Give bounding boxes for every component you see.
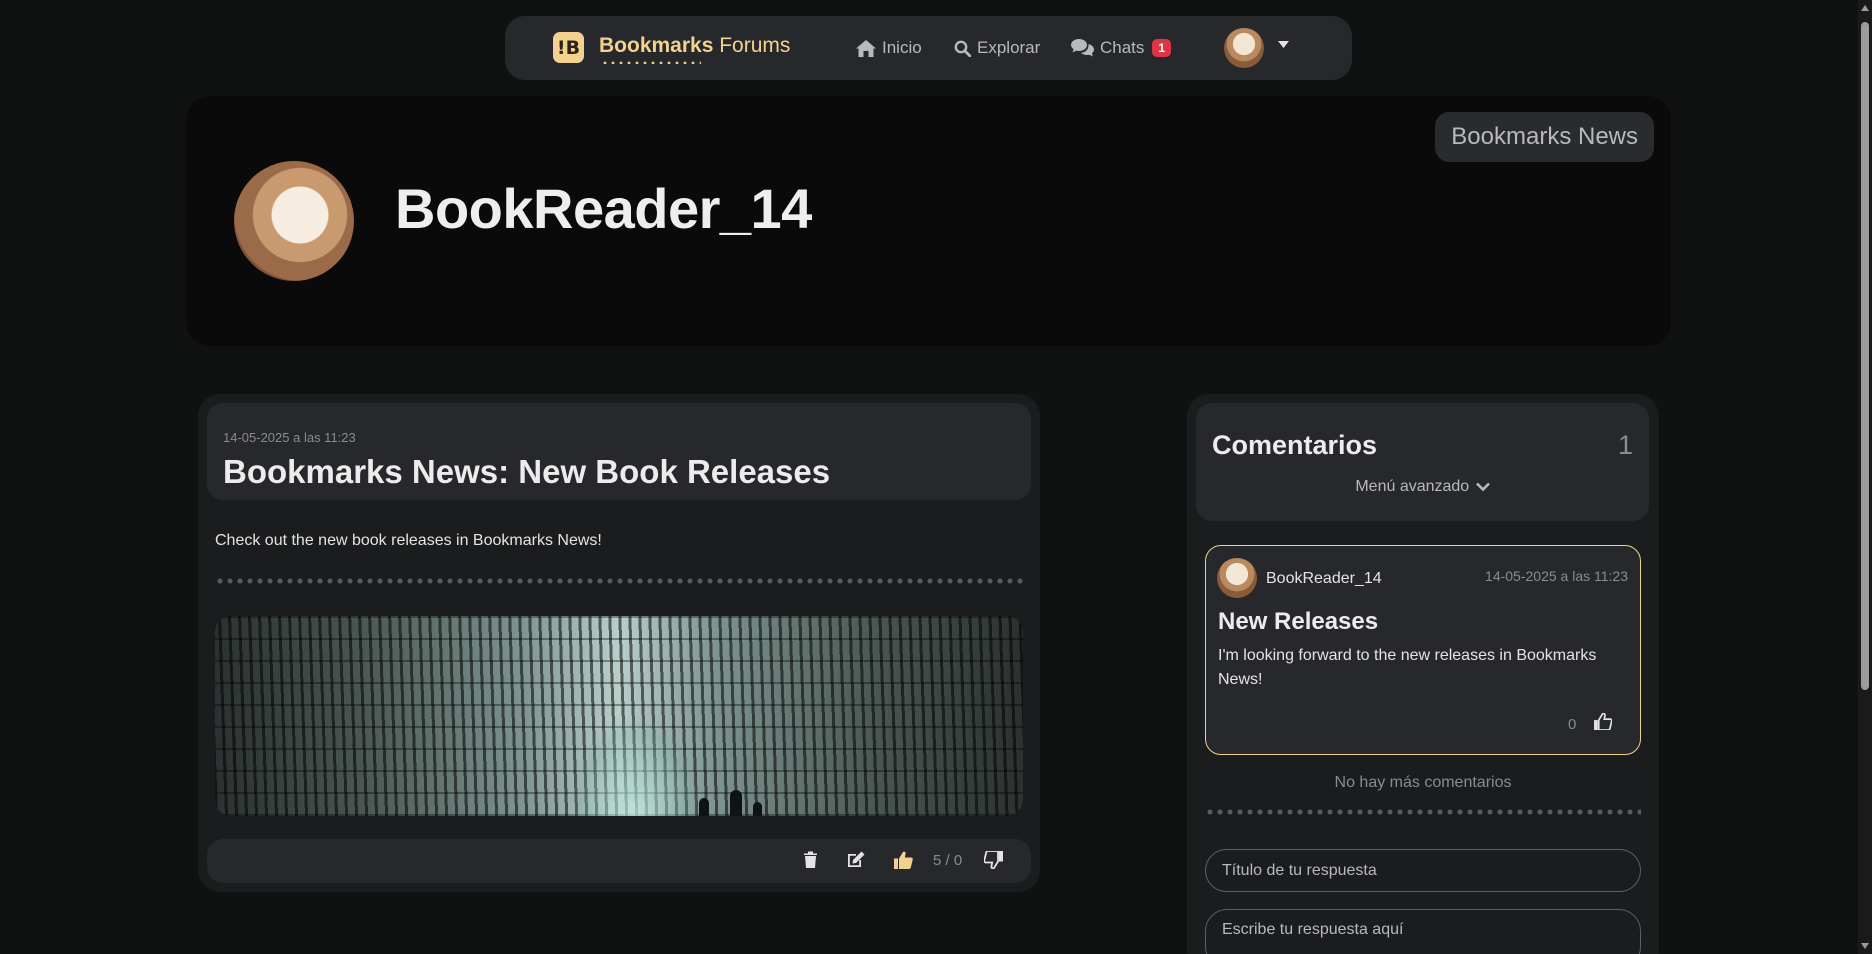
brand-dots-underline	[601, 60, 701, 64]
post-title: Bookmarks News: New Book Releases	[223, 453, 831, 490]
silhouette-figure	[699, 798, 709, 816]
comments-panel: Comentarios 1 Menú avanzado BookReader_1…	[1187, 394, 1659, 954]
post-body: Check out the new book releases in Bookm…	[215, 532, 602, 549]
thumbs-up-icon	[1594, 712, 1613, 731]
top-navbar: !B Bookmarks Forums Inicio Explorar Chat…	[505, 16, 1352, 80]
comment-author[interactable]: BookReader_14	[1266, 570, 1382, 588]
comment-title: New Releases	[1218, 608, 1379, 635]
user-avatar[interactable]	[1224, 28, 1264, 68]
home-icon	[856, 39, 876, 57]
advanced-menu-label: Menú avanzado	[1355, 478, 1470, 495]
brand-logo-icon: !B	[553, 32, 584, 63]
comment-body: I'm looking forward to the new releases …	[1218, 647, 1597, 688]
nav-chats-label: Chats	[1100, 38, 1145, 57]
nav-chats-link[interactable]: Chats 1	[1071, 38, 1172, 58]
nav-inicio-label: Inicio	[882, 38, 922, 57]
advanced-menu-toggle[interactable]: Menú avanzado	[1196, 478, 1649, 496]
comments-divider	[1205, 809, 1641, 815]
nav-explorar-label: Explorar	[977, 38, 1041, 57]
chats-unread-badge: 1	[1152, 39, 1172, 57]
post-divider	[215, 578, 1023, 584]
profile-avatar	[234, 161, 354, 281]
scroll-thumb[interactable]	[1861, 22, 1869, 690]
thumbs-up-icon	[894, 851, 913, 869]
trash-icon	[804, 851, 817, 868]
like-button[interactable]	[894, 851, 913, 874]
profile-username: BookReader_14	[395, 177, 812, 240]
page-scrollbar[interactable]	[1858, 0, 1872, 954]
comment-date: 14-05-2025 a las 11:23	[1485, 568, 1628, 584]
edit-button[interactable]	[847, 851, 865, 873]
post-image	[215, 616, 1023, 816]
dislike-button[interactable]	[983, 850, 1003, 874]
thumbs-down-icon	[983, 850, 1003, 870]
brand-name-rest: Forums	[713, 33, 791, 57]
comments-count: 1	[1617, 430, 1633, 460]
brand[interactable]: !B Bookmarks Forums	[553, 32, 791, 64]
comment-item: BookReader_14 14-05-2025 a las 11:23 New…	[1205, 545, 1641, 755]
reply-body-input[interactable]	[1205, 909, 1641, 954]
delete-button[interactable]	[803, 851, 818, 873]
no-more-comments: No hay más comentarios	[1334, 774, 1512, 791]
silhouette-figure	[753, 802, 762, 816]
nav-explorar-link[interactable]: Explorar	[954, 38, 1040, 58]
vote-count: 5 / 0	[933, 852, 963, 869]
chat-icon	[1071, 39, 1094, 57]
comments-header: Comentarios 1 Menú avanzado	[1196, 403, 1649, 521]
profile-community-tag[interactable]: Bookmarks News	[1435, 112, 1654, 162]
reply-title-input[interactable]	[1205, 849, 1641, 892]
scroll-up-arrow[interactable]	[1861, 5, 1869, 11]
comment-like-count: 0	[1568, 716, 1577, 733]
chevron-down-icon	[1475, 482, 1490, 492]
scroll-down-arrow[interactable]	[1861, 943, 1869, 949]
comment-like-button[interactable]	[1594, 712, 1613, 735]
comments-title: Comentarios	[1212, 430, 1378, 460]
post-header: 14-05-2025 a las 11:23 Bookmarks News: N…	[207, 403, 1031, 500]
nav-inicio-link[interactable]: Inicio	[856, 38, 922, 58]
brand-name-bold: Bookmarks	[599, 33, 714, 57]
search-icon	[954, 40, 971, 57]
edit-icon	[848, 851, 865, 867]
brand-name: Bookmarks Forums	[599, 33, 791, 64]
silhouette-figure	[730, 790, 742, 816]
post-actions-bar: 5 / 0	[207, 839, 1031, 883]
post-card: 14-05-2025 a las 11:23 Bookmarks News: N…	[198, 394, 1040, 892]
post-date: 14-05-2025 a las 11:23	[223, 430, 356, 445]
comment-author-avatar[interactable]	[1217, 558, 1257, 598]
profile-header: Bookmarks News BookReader_14	[186, 96, 1671, 346]
caret-down-icon[interactable]	[1278, 41, 1289, 48]
